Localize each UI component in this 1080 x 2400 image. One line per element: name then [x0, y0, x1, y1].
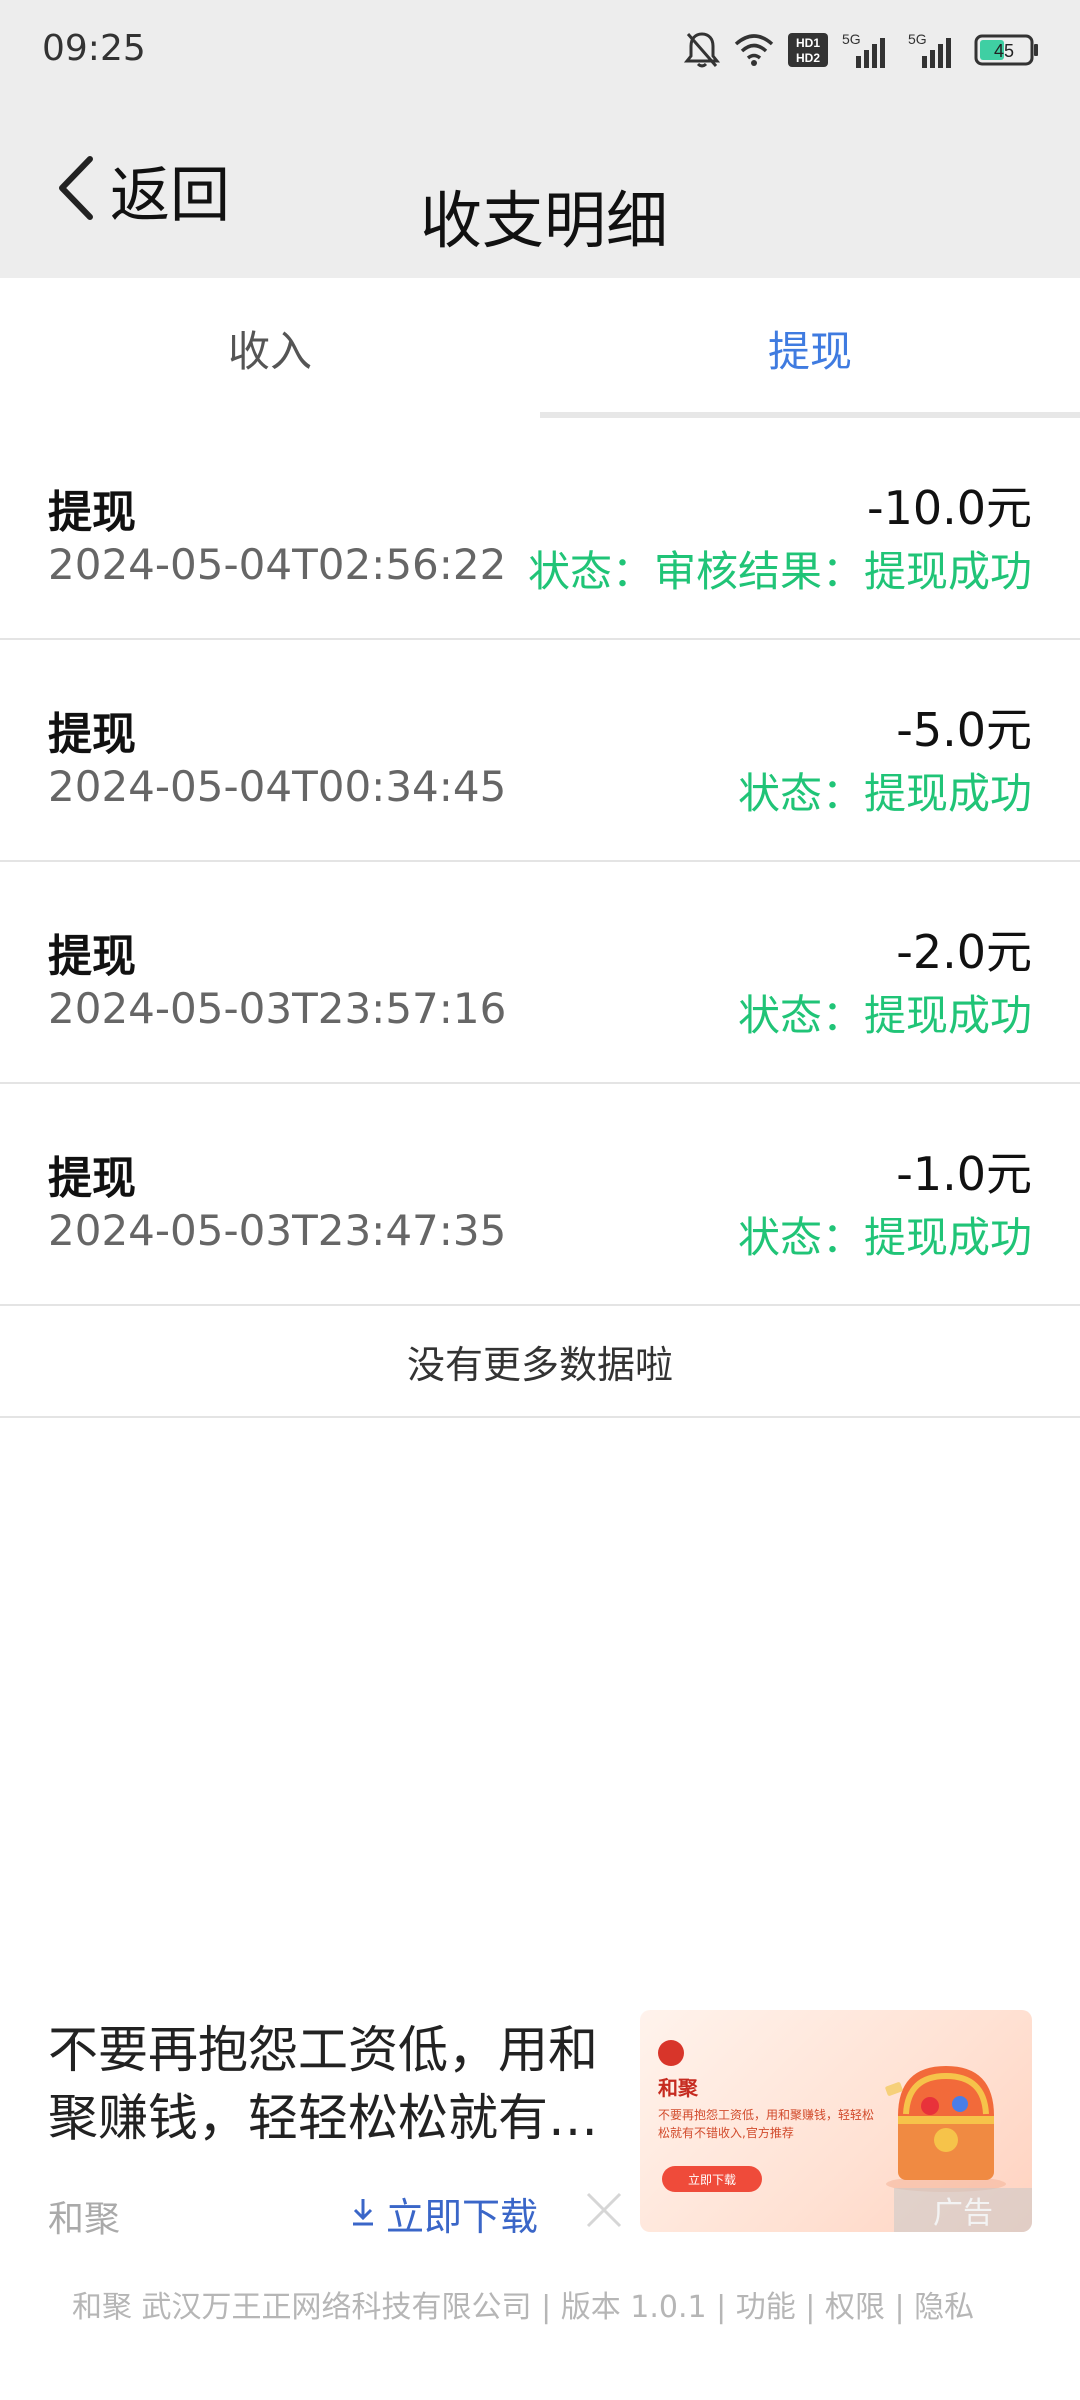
record-list: 提现 2024-05-04T02:56:22 -10.0元 状态：审核结果：提现…: [0, 418, 1080, 1306]
list-item[interactable]: 提现 2024-05-04T00:34:45 -5.0元 状态：提现成功: [0, 640, 1080, 862]
record-time: 2024-05-03T23:57:16: [48, 984, 507, 1033]
tab-bar: 收入 提现: [0, 278, 1080, 418]
ad-download-label: 立即下载: [386, 2195, 539, 2239]
download-icon: [350, 2192, 376, 2236]
ad-brand: 和聚: [48, 2199, 121, 2240]
record-status: 状态：提现成功: [737, 991, 1032, 1040]
hd-icon-bottom-label: HD2: [796, 51, 820, 65]
treasure-chest-icon: [876, 2044, 1016, 2194]
back-button[interactable]: 返回: [56, 142, 230, 238]
ad-image[interactable]: 和聚 不要再抱怨工资低，用和聚赚钱，轻轻松松就有不错收入,官方推荐 立即下载 广…: [640, 2010, 1032, 2232]
chevron-left-icon: [56, 155, 96, 225]
hd-icon: HD1 HD2: [788, 33, 828, 67]
signal-5g-label: 5G: [842, 31, 861, 47]
status-time: 09:25: [42, 28, 146, 69]
page-title: 收支明细: [420, 184, 669, 257]
status-bar: 09:25 HD1 HD2 5G 5G 45: [0, 0, 1080, 100]
list-item[interactable]: 提现 2024-05-03T23:47:35 -1.0元 状态：提现成功: [0, 1084, 1080, 1306]
list-item[interactable]: 提现 2024-05-03T23:57:16 -2.0元 状态：提现成功: [0, 862, 1080, 1084]
ad-badge: 广告: [894, 2188, 1032, 2232]
signal-5g-icon: 5G: [842, 30, 894, 70]
record-amount: -1.0元: [896, 1147, 1032, 1201]
footer: 和聚 武汉万王正网络科技有限公司 | 版本 1.0.1 | 功能 | 权限 | …: [72, 2290, 975, 2325]
record-time: 2024-05-03T23:47:35: [48, 1206, 507, 1255]
record-title: 提现: [48, 1153, 136, 1204]
ad-image-button: 立即下载: [662, 2166, 762, 2192]
record-time: 2024-05-04T00:34:45: [48, 762, 507, 811]
record-title: 提现: [48, 931, 136, 982]
record-title: 提现: [48, 487, 136, 538]
record-status: 状态：审核结果：提现成功: [527, 547, 1032, 596]
list-item[interactable]: 提现 2024-05-04T02:56:22 -10.0元 状态：审核结果：提现…: [0, 418, 1080, 640]
back-label: 返回: [110, 160, 230, 231]
close-icon[interactable]: [582, 2188, 626, 2232]
ad-text[interactable]: 不要再抱怨工资低，用和聚赚钱，轻轻松松就有…: [48, 2016, 618, 2152]
hd-icon-top-label: HD1: [796, 36, 820, 50]
ad-download-button[interactable]: 立即下载: [350, 2186, 538, 2241]
wifi-icon: [734, 32, 774, 68]
tab-withdraw[interactable]: 提现: [540, 278, 1080, 418]
record-status: 状态：提现成功: [737, 1213, 1032, 1262]
tab-income[interactable]: 收入: [0, 278, 540, 418]
record-status: 状态：提现成功: [737, 769, 1032, 818]
signal-5g-icon: 5G: [908, 30, 960, 70]
status-icons: HD1 HD2 5G 5G 45: [684, 26, 1040, 74]
ad-image-text: 不要再抱怨工资低，用和聚赚钱，轻轻松松就有不错收入,官方推荐: [658, 2108, 875, 2140]
ad-logo: [658, 2040, 684, 2066]
battery-icon: 45: [974, 33, 1040, 67]
bell-off-icon: [684, 30, 720, 70]
ad-image-brand: 和聚: [658, 2076, 698, 2100]
signal-5g-label: 5G: [908, 31, 927, 47]
record-title: 提现: [48, 709, 136, 760]
record-time: 2024-05-04T02:56:22: [48, 540, 507, 589]
no-more-data-label: 没有更多数据啦: [0, 1306, 1080, 1418]
record-amount: -2.0元: [896, 925, 1032, 979]
record-amount: -10.0元: [866, 481, 1032, 535]
ad-banner[interactable]: 不要再抱怨工资低，用和聚赚钱，轻轻松松就有… 和聚 立即下载 和聚 不要再抱怨工…: [0, 2000, 1080, 2240]
record-amount: -5.0元: [896, 703, 1032, 757]
header: 返回 收支明细: [0, 100, 1080, 278]
battery-level: 45: [994, 41, 1014, 61]
